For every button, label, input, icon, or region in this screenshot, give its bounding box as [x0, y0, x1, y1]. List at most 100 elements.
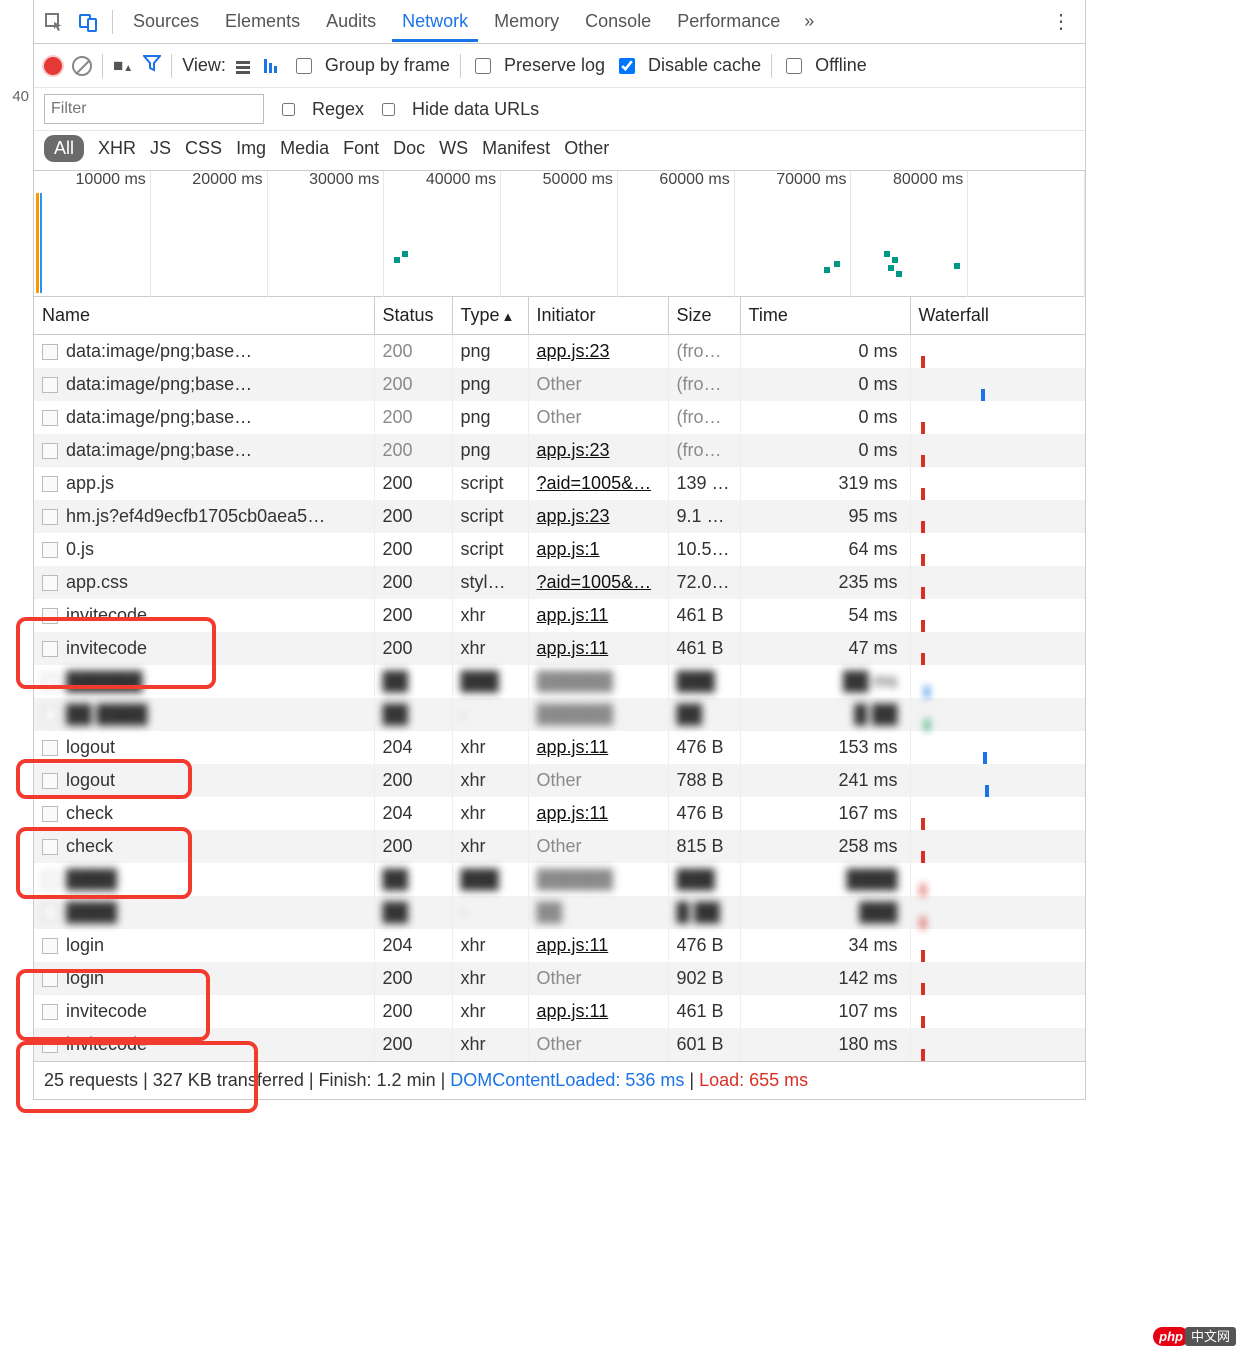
- type-media[interactable]: Media: [280, 138, 329, 159]
- view-waterfall-icon[interactable]: [264, 59, 282, 73]
- cell-status: 204: [374, 731, 452, 764]
- initiator-link[interactable]: ?aid=1005&…: [537, 572, 652, 592]
- table-row[interactable]: invitecode200xhrOther601 B180 ms: [34, 1028, 1085, 1061]
- disable-cache-checkbox[interactable]: [619, 58, 635, 74]
- status-transferred: 327 KB transferred: [153, 1070, 304, 1090]
- type-manifest[interactable]: Manifest: [482, 138, 550, 159]
- tab-performance[interactable]: Performance: [667, 1, 790, 42]
- disable-cache-label: Disable cache: [648, 55, 761, 76]
- initiator-link[interactable]: app.js:11: [537, 638, 609, 658]
- cell-size: 461 B: [668, 599, 740, 632]
- type-xhr[interactable]: XHR: [98, 138, 136, 159]
- initiator-link[interactable]: app.js:23: [537, 341, 610, 361]
- table-row[interactable]: hm.js?ef4d9ecfb1705cb0aea5…200scriptapp.…: [34, 500, 1085, 533]
- table-row[interactable]: 0.js200scriptapp.js:110.5…64 ms: [34, 533, 1085, 566]
- type-font[interactable]: Font: [343, 138, 379, 159]
- type-img[interactable]: Img: [236, 138, 266, 159]
- file-icon: [42, 674, 58, 690]
- table-row[interactable]: logout204xhrapp.js:11476 B153 ms: [34, 731, 1085, 764]
- tab-network[interactable]: Network: [392, 1, 478, 42]
- col-type[interactable]: Type▲: [452, 297, 528, 335]
- device-toggle-icon[interactable]: [74, 8, 102, 36]
- col-waterfall[interactable]: Waterfall: [910, 297, 1085, 335]
- table-row[interactable]: ██████████████████████: [34, 863, 1085, 896]
- timeline-dot: [954, 263, 960, 269]
- tab-sources[interactable]: Sources: [123, 1, 209, 42]
- type-js[interactable]: JS: [150, 138, 171, 159]
- tab-console[interactable]: Console: [575, 1, 661, 42]
- table-row[interactable]: ██████████████████████ ms: [34, 665, 1085, 698]
- table-row[interactable]: check204xhrapp.js:11476 B167 ms: [34, 797, 1085, 830]
- cell-type: xhr: [452, 929, 528, 962]
- cell-waterfall: [910, 830, 1085, 863]
- offline-checkbox[interactable]: [786, 58, 802, 74]
- table-row[interactable]: logout200xhrOther788 B241 ms: [34, 764, 1085, 797]
- table-row[interactable]: invitecode200xhrapp.js:11461 B107 ms: [34, 995, 1085, 1028]
- separator: [112, 10, 113, 34]
- initiator-link[interactable]: app.js:11: [537, 1001, 609, 1021]
- cell-name: ██████: [34, 665, 374, 698]
- initiator-link[interactable]: app.js:1: [537, 539, 600, 559]
- type-other[interactable]: Other: [564, 138, 609, 159]
- cell-time: █ ██: [740, 698, 910, 731]
- type-all[interactable]: All: [44, 135, 84, 162]
- cell-type: ███: [452, 665, 528, 698]
- table-row[interactable]: login204xhrapp.js:11476 B34 ms: [34, 929, 1085, 962]
- table-row[interactable]: invitecode200xhrapp.js:11461 B54 ms: [34, 599, 1085, 632]
- view-large-icon[interactable]: [236, 59, 254, 73]
- type-ws[interactable]: WS: [439, 138, 468, 159]
- col-time[interactable]: Time: [740, 297, 910, 335]
- separator: [771, 54, 772, 78]
- preserve-log-checkbox[interactable]: [475, 58, 491, 74]
- cell-size: 788 B: [668, 764, 740, 797]
- file-icon: [42, 608, 58, 624]
- table-row[interactable]: data:image/png;base…200pngapp.js:23(fro……: [34, 434, 1085, 467]
- inspect-icon[interactable]: [40, 8, 68, 36]
- initiator-link[interactable]: app.js:11: [537, 605, 609, 625]
- table-row[interactable]: app.css200styl…?aid=1005&…72.0…235 ms: [34, 566, 1085, 599]
- hide-data-urls-checkbox[interactable]: [382, 103, 395, 116]
- type-css[interactable]: CSS: [185, 138, 222, 159]
- kebab-menu-icon[interactable]: ⋮: [1043, 9, 1079, 34]
- initiator-link[interactable]: app.js:11: [537, 803, 609, 823]
- record-button[interactable]: [44, 57, 62, 75]
- tab-audits[interactable]: Audits: [316, 1, 386, 42]
- initiator-link[interactable]: ?aid=1005&…: [537, 473, 652, 493]
- regex-checkbox[interactable]: [282, 103, 295, 116]
- tab-elements[interactable]: Elements: [215, 1, 310, 42]
- network-table-wrap: Name Status Type▲ Initiator Size Time Wa…: [34, 297, 1085, 1061]
- timeline-dot: [394, 257, 400, 263]
- screenshot-icon[interactable]: ■▲: [113, 56, 133, 76]
- cell-size: ███: [668, 665, 740, 698]
- type-doc[interactable]: Doc: [393, 138, 425, 159]
- table-row[interactable]: app.js200script?aid=1005&…139 …319 ms: [34, 467, 1085, 500]
- col-name[interactable]: Name: [34, 297, 374, 335]
- group-by-frame-checkbox[interactable]: [296, 58, 312, 74]
- initiator-link[interactable]: app.js:11: [537, 737, 609, 757]
- table-row[interactable]: invitecode200xhrapp.js:11461 B47 ms: [34, 632, 1085, 665]
- table-row[interactable]: data:image/png;base…200pngOther(fro…0 ms: [34, 401, 1085, 434]
- table-row[interactable]: data:image/png;base…200pngapp.js:23(fro……: [34, 335, 1085, 369]
- table-row[interactable]: data:image/png;base…200pngOther(fro…0 ms: [34, 368, 1085, 401]
- table-row[interactable]: login200xhrOther902 B142 ms: [34, 962, 1085, 995]
- tab-memory[interactable]: Memory: [484, 1, 569, 42]
- cell-status: 204: [374, 929, 452, 962]
- table-row[interactable]: ██████·███ █████: [34, 896, 1085, 929]
- table-row[interactable]: check200xhrOther815 B258 ms: [34, 830, 1085, 863]
- initiator-link[interactable]: app.js:23: [537, 440, 610, 460]
- col-initiator[interactable]: Initiator: [528, 297, 668, 335]
- tabs-overflow-icon[interactable]: »: [804, 11, 814, 32]
- timeline-overview[interactable]: 10000 ms 20000 ms 30000 ms 40000 ms 5000…: [34, 171, 1085, 297]
- initiator-link[interactable]: app.js:11: [537, 935, 609, 955]
- cell-time: 319 ms: [740, 467, 910, 500]
- col-status[interactable]: Status: [374, 297, 452, 335]
- filter-icon[interactable]: [143, 54, 161, 77]
- clear-button[interactable]: [72, 56, 92, 76]
- cell-time: ████: [740, 863, 910, 896]
- col-size[interactable]: Size: [668, 297, 740, 335]
- table-row[interactable]: ██ ██████·█████████ ██: [34, 698, 1085, 731]
- initiator-link[interactable]: app.js:23: [537, 506, 610, 526]
- filter-input[interactable]: [44, 94, 264, 124]
- cell-name: login: [34, 962, 374, 995]
- watermark-text: 中文网: [1185, 1327, 1236, 1346]
